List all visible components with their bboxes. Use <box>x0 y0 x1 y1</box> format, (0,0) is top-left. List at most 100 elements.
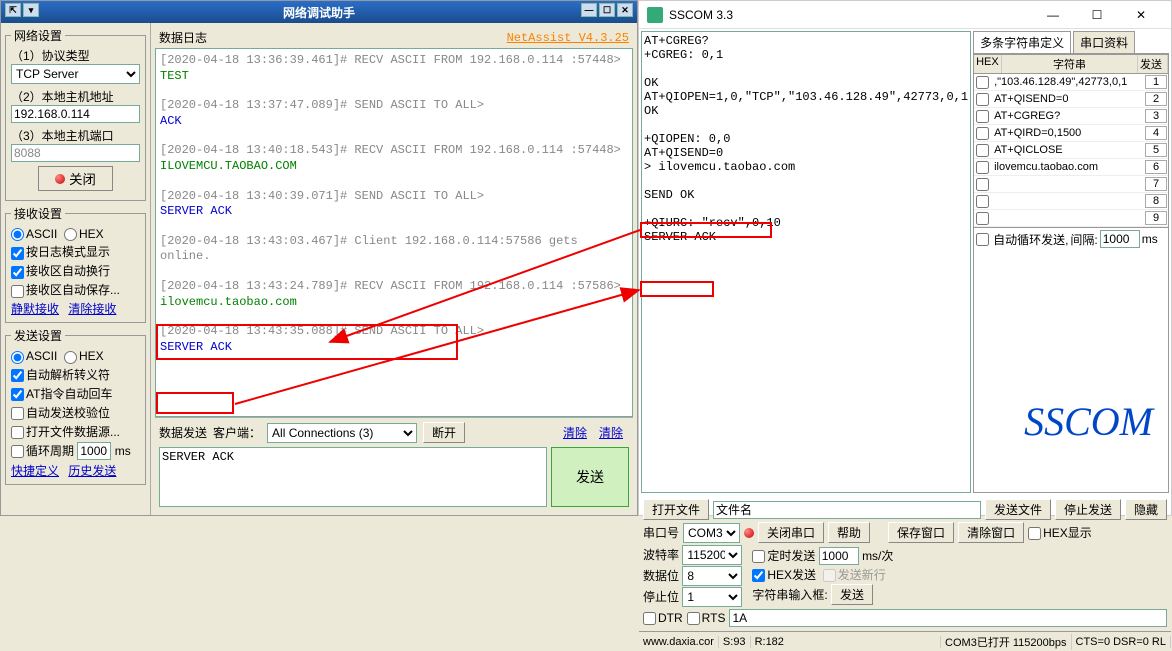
macro-hex-check[interactable] <box>976 161 989 174</box>
macro-string[interactable]: ,"103.46.128.49",42773,0,1 <box>992 76 1144 88</box>
send-hex-radio[interactable] <box>64 351 77 364</box>
recv-ascii-radio[interactable] <box>11 228 24 241</box>
macro-hex-check[interactable] <box>976 178 989 191</box>
dtr-check[interactable] <box>643 612 656 625</box>
connection-select[interactable]: All Connections (3) <box>267 423 417 443</box>
tab-portinfo[interactable]: 串口资料 <box>1073 31 1135 53</box>
clear-link-1[interactable]: 清除 <box>563 424 587 441</box>
macro-row: ilovemcu.taobao.com6 <box>974 159 1168 176</box>
macro-send-button[interactable]: 3 <box>1145 109 1167 123</box>
host-label: （2）本地主机地址 <box>11 88 140 105</box>
send-ascii-radio[interactable] <box>11 351 24 364</box>
macro-send-button[interactable]: 5 <box>1145 143 1167 157</box>
macro-send-button[interactable]: 4 <box>1145 126 1167 140</box>
macro-hex-check[interactable] <box>976 110 989 123</box>
macro-string[interactable]: AT+QISEND=0 <box>992 93 1144 105</box>
sscom-window: SSCOM 3.3 — ☐ ✕ AT+CGREG? +CGREG: 0,1 OK… <box>638 0 1172 516</box>
macro-string[interactable]: AT+QICLOSE <box>992 144 1144 156</box>
close-server-button[interactable]: 关闭 <box>38 166 113 191</box>
opt-checksum[interactable] <box>11 407 24 420</box>
macro-send-button[interactable]: 8 <box>1145 194 1167 208</box>
save-window-button[interactable]: 保存窗口 <box>888 522 954 543</box>
rts-check[interactable] <box>687 612 700 625</box>
send-button[interactable]: 发送 <box>551 447 629 507</box>
close-port-button[interactable]: 关闭串口 <box>758 522 824 543</box>
history-link[interactable]: 历史发送 <box>68 464 116 478</box>
port-input[interactable] <box>11 144 140 162</box>
hex-send-check[interactable] <box>752 569 765 582</box>
record-icon <box>55 174 65 184</box>
opt-autowrap[interactable] <box>11 266 24 279</box>
tab-macros[interactable]: 多条字符串定义 <box>973 31 1071 53</box>
macro-hex-check[interactable] <box>976 144 989 157</box>
macro-send-button[interactable]: 9 <box>1145 211 1167 225</box>
macro-string[interactable]: AT+QIRD=0,1500 <box>992 127 1144 139</box>
close-button[interactable]: ✕ <box>1119 2 1163 28</box>
send-settings: 发送设置 ASCII HEX 自动解析转义符 AT指令自动回车 自动发送校验位 … <box>5 327 146 484</box>
macro-send-button[interactable]: 2 <box>1145 92 1167 106</box>
macro-hex-check[interactable] <box>976 195 989 208</box>
loop-period-input[interactable] <box>77 442 111 460</box>
log-title: 数据日志 <box>159 29 207 46</box>
macro-send-button[interactable]: 6 <box>1145 160 1167 174</box>
min-icon[interactable]: — <box>581 3 597 17</box>
opt-escape[interactable] <box>11 369 24 382</box>
titlebar: ⇱ ▾ 网络调试助手 — ☐ ✕ <box>1 1 637 23</box>
minimize-button[interactable]: — <box>1031 2 1075 28</box>
macro-hex-check[interactable] <box>976 76 989 89</box>
macro-string[interactable]: ilovemcu.taobao.com <box>992 161 1144 173</box>
host-input[interactable] <box>11 105 140 123</box>
opt-loop[interactable] <box>11 445 24 458</box>
timed-interval-input[interactable] <box>819 547 859 565</box>
macro-string[interactable]: AT+CGREG? <box>992 110 1144 122</box>
port-label: （3）本地主机端口 <box>11 127 140 144</box>
stopbit-select[interactable]: 1 <box>682 587 742 607</box>
status-bar: www.daxia.cor S:93 R:182 COM3已打开 115200b… <box>639 631 1171 651</box>
open-file-button[interactable]: 打开文件 <box>643 499 709 520</box>
auto-loop-check[interactable] <box>976 233 989 246</box>
macro-hex-check[interactable] <box>976 127 989 140</box>
close-icon[interactable]: ✕ <box>617 3 633 17</box>
pin-icon[interactable]: ⇱ <box>5 3 21 17</box>
string-input[interactable] <box>729 609 1167 627</box>
databit-select[interactable]: 8 <box>682 566 742 586</box>
proto-select[interactable]: TCP Server <box>11 64 140 84</box>
timed-send-check[interactable] <box>752 550 765 563</box>
macro-send-button[interactable]: 7 <box>1145 177 1167 191</box>
opt-filesrc[interactable] <box>11 426 24 439</box>
status-r: R:182 <box>751 636 941 648</box>
silent-link[interactable]: 静默接收 <box>11 302 59 316</box>
loop-interval-input[interactable] <box>1100 230 1140 248</box>
macro-hex-check[interactable] <box>976 93 989 106</box>
macro-hex-check[interactable] <box>976 212 989 225</box>
maximize-button[interactable]: ☐ <box>1075 2 1119 28</box>
col-send: 发送 <box>1138 55 1168 73</box>
clear-recv-link[interactable]: 清除接收 <box>68 302 116 316</box>
clear-window-button[interactable]: 清除窗口 <box>958 522 1024 543</box>
clear-link-2[interactable]: 清除 <box>599 424 623 441</box>
hide-button[interactable]: 隐藏 <box>1125 499 1167 520</box>
quick-def-link[interactable]: 快捷定义 <box>11 464 59 478</box>
opt-atcr[interactable] <box>11 388 24 401</box>
macro-send-button[interactable]: 1 <box>1145 75 1167 89</box>
menu-icon[interactable]: ▾ <box>23 3 39 17</box>
serial-log[interactable]: AT+CGREG? +CGREG: 0,1 OK AT+QIOPEN=1,0,"… <box>641 31 971 493</box>
opt-autosave[interactable] <box>11 285 24 298</box>
max-icon[interactable]: ☐ <box>599 3 615 17</box>
send-file-button[interactable]: 发送文件 <box>985 499 1051 520</box>
opt-logmode[interactable] <box>11 247 24 260</box>
stop-send-button[interactable]: 停止发送 <box>1055 499 1121 520</box>
port-label: 串口号 <box>643 524 679 541</box>
string-send-button[interactable]: 发送 <box>831 584 873 605</box>
disconnect-button[interactable]: 断开 <box>423 422 465 443</box>
log-area[interactable]: [2020-04-18 13:36:39.461]# RECV ASCII FR… <box>155 48 633 417</box>
baud-select[interactable]: 115200 <box>682 545 742 565</box>
port-select[interactable]: COM3 <box>683 523 740 543</box>
help-button[interactable]: 帮助 <box>828 522 870 543</box>
recv-hex-radio[interactable] <box>64 228 77 241</box>
send-textarea[interactable]: SERVER ACK <box>159 447 547 507</box>
netassist-version[interactable]: NetAssist V4.3.25 <box>507 31 629 45</box>
sscom-titlebar: SSCOM 3.3 — ☐ ✕ <box>639 1 1171 29</box>
status-s: S:93 <box>719 636 751 648</box>
hex-show-check[interactable] <box>1028 527 1041 540</box>
